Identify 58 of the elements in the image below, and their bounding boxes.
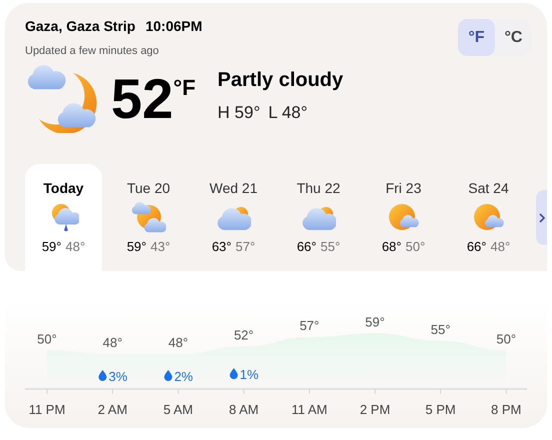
hour-label: 11 PM bbox=[28, 402, 66, 417]
low-temperature: 48° bbox=[66, 238, 86, 256]
day-tab[interactable]: Thu 22 66° 55° bbox=[280, 164, 357, 271]
hour-label: 5 PM bbox=[425, 402, 456, 417]
updated-text: Updated a few minutes ago bbox=[25, 44, 160, 59]
temperature-unit: °F bbox=[173, 74, 196, 102]
low-temperature: 43° bbox=[150, 238, 170, 256]
unit-option[interactable]: °C bbox=[495, 19, 532, 56]
droplet-icon bbox=[164, 370, 172, 381]
day-tab[interactable]: Today 59° 48° bbox=[25, 164, 102, 271]
local-time: 10:06PM bbox=[145, 17, 202, 36]
day-label: Thu 22 bbox=[296, 179, 340, 198]
hour-label: 8 AM bbox=[229, 402, 259, 417]
day-label: Tue 20 bbox=[126, 179, 170, 198]
temperature-label: 50° bbox=[496, 331, 516, 346]
precipitation-label: 1% bbox=[240, 367, 259, 382]
day-tab[interactable]: Sat 24 66° 48° bbox=[450, 164, 527, 271]
hour-label: 5 AM bbox=[163, 402, 193, 417]
current-temperature: 52 bbox=[111, 70, 174, 126]
high-temperature: 63° bbox=[212, 238, 232, 256]
day-label: Today bbox=[43, 179, 84, 198]
precipitation-label: 3% bbox=[108, 369, 128, 384]
low-temperature: 55° bbox=[320, 238, 340, 256]
temperature-label: 52° bbox=[234, 327, 254, 342]
low-temperature: L 48° bbox=[268, 102, 308, 124]
day-tab[interactable]: Fri 23 68° 50° bbox=[365, 164, 442, 271]
location-name: Gaza, Gaza Strip bbox=[25, 17, 136, 36]
day-label: Sat 24 bbox=[468, 179, 509, 198]
temperature-label: 55° bbox=[430, 322, 450, 337]
temperature-label: 57° bbox=[300, 318, 320, 334]
temperature-label: 48° bbox=[168, 335, 188, 350]
temperature-label: 48° bbox=[102, 335, 122, 350]
unit-option[interactable]: °F bbox=[458, 19, 495, 56]
hour-label: 2 PM bbox=[360, 402, 390, 417]
high-temperature: 66° bbox=[466, 238, 486, 256]
high-temperature: 68° bbox=[382, 238, 402, 256]
hour-label: 11 AM bbox=[291, 402, 328, 417]
day-label: Fri 23 bbox=[386, 179, 422, 198]
day-tab[interactable]: Wed 21 63° 57° bbox=[195, 164, 272, 271]
precipitation-label: 2% bbox=[174, 369, 193, 384]
low-temperature: 50° bbox=[406, 238, 426, 256]
high-temperature: 59° bbox=[42, 238, 62, 256]
day-label: Wed 21 bbox=[210, 179, 258, 198]
droplet-icon bbox=[230, 368, 238, 380]
droplet-icon bbox=[98, 370, 107, 381]
temperature-label: 59° bbox=[365, 314, 385, 330]
high-temperature: 66° bbox=[296, 238, 316, 256]
day-tab[interactable]: Tue 20 59° 43° bbox=[110, 164, 187, 271]
low-temperature: 57° bbox=[236, 238, 256, 256]
hour-label: 2 AM bbox=[98, 402, 128, 417]
high-temperature: H 59° bbox=[218, 102, 260, 124]
next-button[interactable] bbox=[536, 190, 547, 245]
temperature-label: 50° bbox=[37, 331, 57, 346]
hour-label: 8 PM bbox=[491, 402, 522, 417]
high-temperature: 59° bbox=[126, 238, 146, 256]
chevron-right-icon bbox=[538, 212, 544, 222]
condition-text: Partly cloudy bbox=[218, 68, 344, 94]
low-temperature: 48° bbox=[490, 238, 510, 256]
